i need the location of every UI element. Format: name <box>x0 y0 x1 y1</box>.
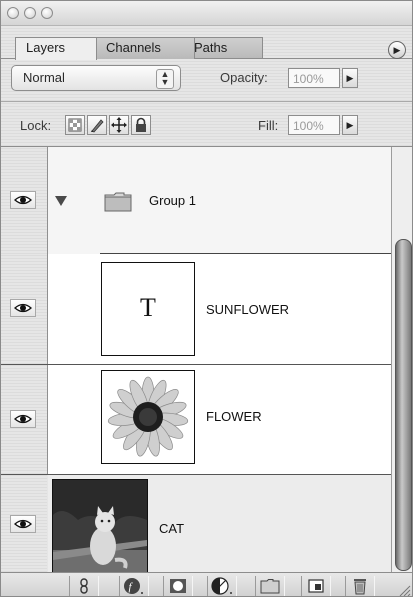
layer-content: T SUNFLOWER <box>48 254 391 364</box>
sunflower-image <box>107 376 189 457</box>
visibility-cell <box>1 254 48 364</box>
eye-icon <box>14 303 32 313</box>
new-layer-icon <box>308 579 324 593</box>
lock-position-button[interactable] <box>109 115 129 135</box>
adjustment-layer-icon <box>211 577 232 595</box>
layers-list: Group 1 T SUNFLOWER FLOWER CAT <box>1 147 391 572</box>
opacity-label: Opacity: <box>220 70 268 85</box>
lock-transparent-button[interactable] <box>65 115 85 135</box>
cat-photo <box>53 480 147 572</box>
lock-image-button[interactable] <box>87 115 107 135</box>
visibility-toggle[interactable] <box>10 191 36 209</box>
lock-image-icon <box>91 119 104 133</box>
tab-label: Channels <box>106 40 161 55</box>
layer-content: Group 1 <box>48 147 391 254</box>
delete-layer-button[interactable] <box>345 576 375 596</box>
layer-name: SUNFLOWER <box>206 302 290 317</box>
window-titlebar <box>1 1 412 26</box>
new-group-icon <box>260 579 280 594</box>
opacity-input[interactable]: 100% <box>288 68 340 88</box>
zoom-window-button[interactable] <box>41 7 53 19</box>
lock-transparent-icon <box>68 118 82 132</box>
tab-label: Paths <box>194 40 228 55</box>
text-layer-thumbnail: T <box>101 262 195 356</box>
cat-layer-thumbnail <box>52 479 148 572</box>
text-layer-icon: T <box>140 293 156 322</box>
minimize-window-button[interactable] <box>24 7 36 19</box>
fill-slider-button[interactable]: ▶ <box>342 115 358 135</box>
layer-row-group-1[interactable]: Group 1 <box>1 147 391 254</box>
layers-panel: Paths Channels Layers ▶ Normal ▲ ▼ Opacit… <box>0 0 413 597</box>
new-group-button[interactable] <box>255 576 285 596</box>
layer-style-button[interactable]: f <box>119 576 149 596</box>
resize-grip-icon[interactable] <box>397 583 411 597</box>
lock-position-icon <box>111 117 127 133</box>
lock-all-button[interactable] <box>131 115 151 135</box>
tab-label: Layers <box>26 40 66 55</box>
layer-mask-button[interactable] <box>163 576 193 596</box>
visibility-toggle[interactable] <box>10 410 36 428</box>
layer-content: FLOWER <box>48 365 391 474</box>
layer-row-cat[interactable]: CAT <box>1 475 391 572</box>
layer-row-flower[interactable]: FLOWER <box>1 365 391 475</box>
layer-content: CAT <box>48 475 391 572</box>
visibility-toggle[interactable] <box>10 515 36 533</box>
trash-icon <box>354 579 366 595</box>
visibility-toggle[interactable] <box>10 299 36 317</box>
eye-icon <box>14 195 32 205</box>
close-window-button[interactable] <box>7 7 19 19</box>
tab-paths[interactable]: Paths <box>183 37 263 59</box>
visibility-cell <box>1 475 47 572</box>
flower-layer-thumbnail <box>101 370 195 464</box>
eye-icon <box>14 519 32 529</box>
scrollbar-thumb[interactable] <box>395 239 412 571</box>
folder-icon <box>104 192 132 212</box>
fill-label: Fill: <box>258 118 279 133</box>
tab-layers[interactable]: Layers <box>15 37 97 60</box>
link-layers-icon <box>80 578 88 594</box>
layers-toolbar: f <box>1 572 412 597</box>
new-layer-button[interactable] <box>301 576 331 596</box>
blend-mode-value: Normal <box>23 70 65 85</box>
visibility-cell <box>1 365 48 474</box>
opacity-slider-button[interactable]: ▶ <box>342 68 358 88</box>
layers-scrollbar[interactable] <box>391 147 412 572</box>
expand-triangle-icon[interactable] <box>54 194 68 208</box>
visibility-cell <box>1 147 48 254</box>
blend-mode-select[interactable]: Normal ▲ ▼ <box>11 65 181 91</box>
layer-name: Group 1 <box>149 193 196 208</box>
layer-mask-icon <box>170 579 186 593</box>
panel-tabs: Paths Channels Layers <box>1 25 412 60</box>
lock-all-icon <box>136 117 146 132</box>
layer-name: FLOWER <box>206 409 262 424</box>
eye-icon <box>14 414 32 424</box>
panel-menu-icon[interactable]: ▶ <box>388 41 406 59</box>
stepper-arrows-icon: ▲ ▼ <box>156 69 174 89</box>
divider <box>1 101 412 102</box>
tab-channels[interactable]: Channels <box>95 37 195 59</box>
link-layers-button[interactable] <box>69 576 99 596</box>
lock-label: Lock: <box>20 118 52 133</box>
layer-name: CAT <box>159 521 185 536</box>
layer-row-sunflower[interactable]: T SUNFLOWER <box>1 254 391 365</box>
fill-input[interactable]: 100% <box>288 115 340 135</box>
layer-style-icon: f <box>124 578 143 594</box>
adjustment-layer-button[interactable] <box>207 576 237 596</box>
